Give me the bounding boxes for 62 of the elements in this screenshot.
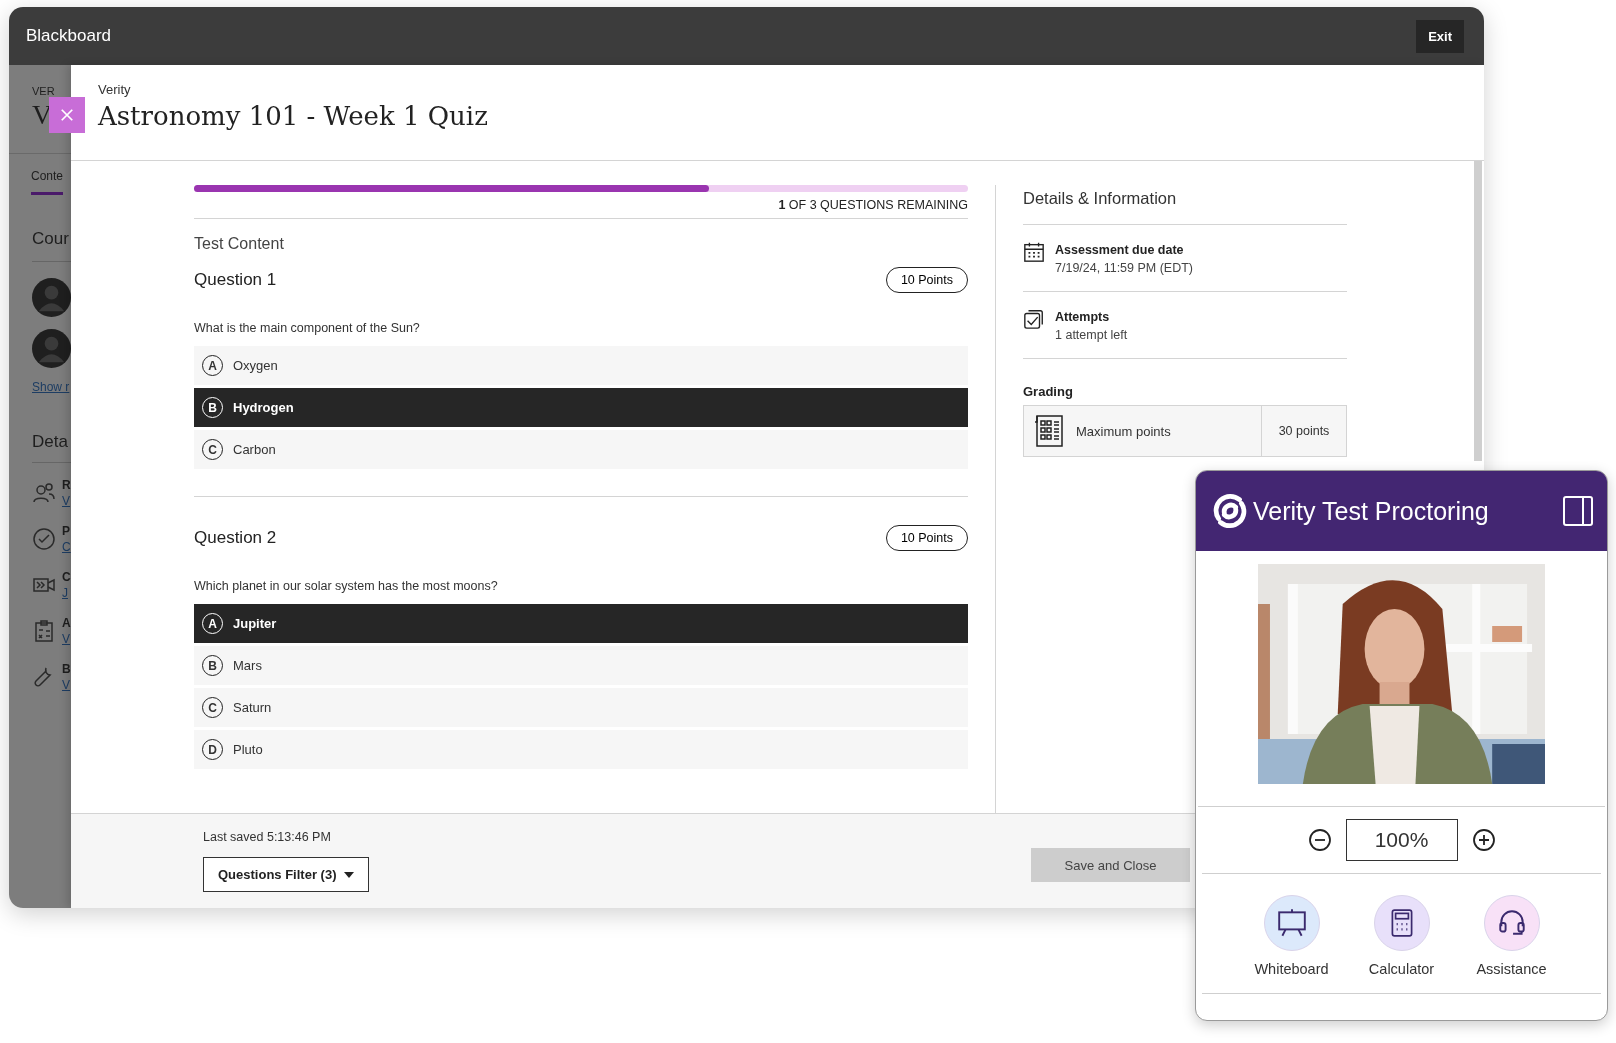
option-label: Saturn [233, 700, 272, 715]
answer-option[interactable]: B Hydrogen [194, 388, 968, 427]
window-title: Blackboard [26, 26, 112, 46]
zoom-out-icon[interactable] [1307, 828, 1332, 852]
check-circle-icon [32, 527, 56, 551]
detail-label: A [62, 615, 71, 631]
avatar-icon [32, 329, 71, 368]
question-text: Which planet in our solar system has the most moons? [194, 579, 499, 593]
questions-remaining: 1 OF 3 QUESTIONS REMAINING [778, 198, 968, 214]
grading-value: 30 points [1277, 423, 1331, 440]
option-label: Pluto [233, 742, 263, 757]
section-title: Test Content [194, 218, 968, 253]
caret-icon [344, 871, 355, 878]
answer-option[interactable]: A Oxygen [194, 346, 968, 385]
side-panel-icon[interactable] [1563, 496, 1593, 526]
tool-button[interactable]: Assistance [1471, 895, 1552, 977]
save-and-close-button[interactable]: Save and Close [1031, 848, 1190, 882]
zoom-level-field[interactable]: 100% [1345, 819, 1458, 861]
close-icon [60, 108, 74, 122]
option-label: Carbon [233, 442, 276, 457]
checkbox-stack-icon [1023, 308, 1045, 330]
calendar-icon [1023, 241, 1045, 263]
zoom-in-icon[interactable] [1471, 828, 1496, 852]
answer-option[interactable]: C Saturn [194, 688, 968, 727]
questions-filter-button[interactable]: Questions Filter (3) [203, 857, 370, 892]
detail-label: C [62, 569, 71, 585]
question-title: Question 1 [194, 270, 277, 290]
detail-value: 1 attempt left [1055, 327, 1128, 344]
detail-value: 7/19/24, 11:59 PM (EDT) [1055, 260, 1194, 277]
detail-title: Attempts [1055, 309, 1111, 326]
quiz-title: Astronomy 101 - Week 1 Quiz [98, 101, 489, 131]
detail-label: R [62, 477, 71, 493]
people-icon [32, 481, 56, 505]
scrollbar[interactable] [1474, 161, 1482, 461]
option-label: Mars [233, 658, 262, 673]
last-saved-text: Last saved 5:13:46 PM [203, 830, 331, 844]
whiteboard-easel-icon [1275, 907, 1308, 939]
grading-heading: Grading [1023, 384, 1074, 399]
option-label: Hydrogen [233, 400, 294, 415]
detail-label: P [62, 523, 71, 539]
tool-button[interactable]: Whiteboard [1251, 895, 1332, 977]
answer-option[interactable]: D Pluto [194, 730, 968, 769]
detail-label: B [62, 661, 71, 677]
avatar-icon [32, 278, 71, 317]
proctoring-title: Verity Test Proctoring [1253, 496, 1490, 526]
content-tab[interactable]: Conte [31, 169, 64, 195]
clipboard-icon [32, 619, 56, 643]
course-overline: VER [32, 85, 55, 97]
detail-title: Assessment due date [1055, 242, 1185, 259]
answer-option[interactable]: A Jupiter [194, 604, 968, 643]
gradebook-icon [1034, 414, 1064, 448]
question-title: Question 2 [194, 528, 277, 548]
details-heading: Details & Information [1023, 189, 1347, 225]
panel-overline: Verity [98, 82, 132, 97]
answer-option[interactable]: C Carbon [194, 430, 968, 469]
exit-button[interactable]: Exit [1416, 19, 1464, 53]
question-text: What is the main component of the Sun? [194, 321, 421, 335]
option-label: Oxygen [233, 358, 278, 373]
answer-option[interactable]: B Mars [194, 646, 968, 685]
grading-label: Maximum points [1076, 423, 1171, 439]
option-label: Jupiter [233, 616, 277, 631]
tool-button[interactable]: Calculator [1361, 895, 1442, 977]
